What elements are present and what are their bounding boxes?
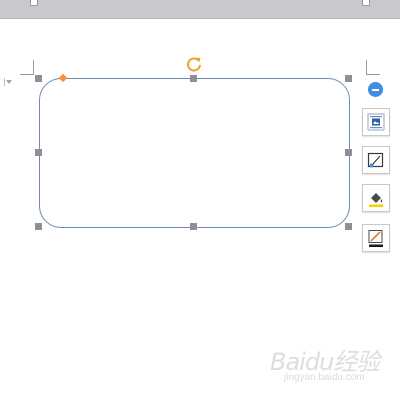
outline-color-icon — [368, 230, 383, 247]
outline-color-button[interactable] — [362, 224, 390, 252]
page-corner-mark-left-h — [20, 74, 34, 75]
page-corner-mark-right-v — [366, 60, 367, 74]
layout-options-button[interactable] — [362, 108, 390, 136]
resize-handle-left[interactable] — [35, 149, 42, 156]
resize-handle-top[interactable] — [190, 75, 197, 82]
rounded-rectangle-shape[interactable] — [39, 78, 350, 228]
page-corner-mark-left-v — [33, 60, 34, 74]
ruler-marker-left — [30, 0, 38, 6]
fill-color-icon — [369, 193, 383, 207]
layout-wrap-icon — [367, 113, 385, 131]
resize-handle-top-right[interactable] — [345, 75, 352, 82]
shape-style-button[interactable] — [362, 146, 390, 174]
shape-style-icon — [367, 152, 384, 168]
window-title-bar — [0, 0, 400, 19]
baidu-watermark: Baidu经验 jingyan.baidu.com — [270, 340, 390, 390]
resize-handle-bottom-right[interactable] — [345, 223, 352, 230]
minus-circle-icon[interactable] — [368, 82, 383, 97]
resize-handle-bottom[interactable] — [190, 223, 197, 230]
ruler-marker-right — [362, 0, 370, 6]
page-corner-mark-right-h — [366, 74, 380, 75]
resize-handle-bottom-left[interactable] — [35, 223, 42, 230]
resize-handle-top-left[interactable] — [35, 75, 42, 82]
rotate-handle-icon[interactable] — [185, 55, 203, 73]
watermark-url: jingyan.baidu.com — [284, 372, 365, 383]
fill-color-button[interactable] — [362, 184, 390, 212]
resize-handle-right[interactable] — [345, 149, 352, 156]
margin-arrow-icon — [4, 78, 12, 86]
